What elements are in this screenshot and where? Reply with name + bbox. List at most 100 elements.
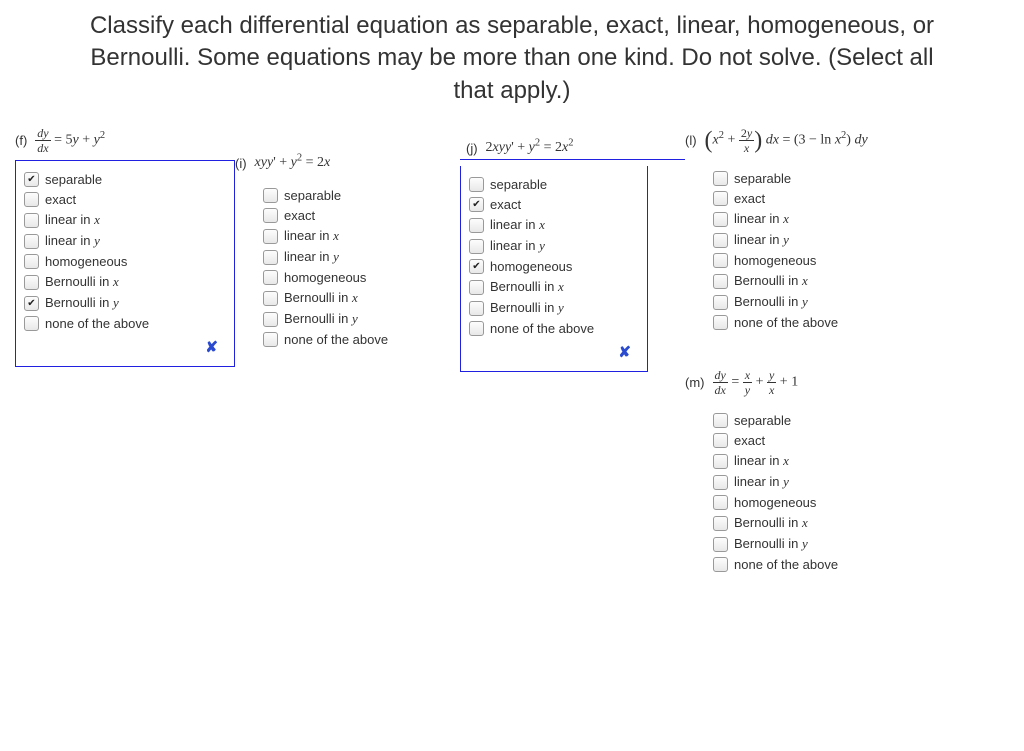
checkbox-icon[interactable] [24,275,39,290]
option-linear-x[interactable]: linear in x [24,212,226,228]
problem-letter: (i) [235,156,247,171]
option-homogeneous[interactable]: homogeneous [24,254,226,269]
option-bernoulli-x[interactable]: Bernoulli in x [24,274,226,290]
checkbox-icon[interactable] [713,475,728,490]
problem-f: (f) dydx = 5y + y2 separable exact linea… [15,127,235,367]
checkbox-icon[interactable] [263,332,278,347]
page-instructions: Classify each differential equation as s… [0,0,1024,127]
checkbox-icon[interactable] [263,188,278,203]
problem-f-header: (f) dydx = 5y + y2 [15,127,235,154]
option-none[interactable]: none of the above [713,315,937,330]
option-exact[interactable]: exact [713,191,937,206]
problem-l: (l) (x2 + 2yx) dx = (3 − ln x2) dy separ… [685,127,945,341]
checkbox-icon[interactable] [469,321,484,336]
checkbox-icon[interactable] [713,495,728,510]
option-bernoulli-y[interactable]: Bernoulli in y [469,300,639,316]
checkbox-icon[interactable] [469,259,484,274]
option-linear-y[interactable]: linear in y [713,232,937,248]
option-linear-y[interactable]: linear in y [713,474,937,490]
checkbox-icon[interactable] [469,197,484,212]
checkbox-icon[interactable] [713,171,728,186]
checkbox-icon[interactable] [263,291,278,306]
option-homogeneous[interactable]: homogeneous [263,270,452,285]
option-none[interactable]: none of the above [263,332,452,347]
options-box-m: separable exact linear in x linear in y … [685,402,945,583]
option-separable[interactable]: separable [263,188,452,203]
option-linear-y[interactable]: linear in y [263,249,452,265]
checkbox-icon[interactable] [24,192,39,207]
option-homogeneous[interactable]: homogeneous [469,259,639,274]
problem-letter: (f) [15,133,27,148]
option-none[interactable]: none of the above [469,321,639,336]
checkbox-icon[interactable] [713,454,728,469]
option-linear-x[interactable]: linear in x [469,217,639,233]
option-bernoulli-y[interactable]: Bernoulli in y [24,295,226,311]
checkbox-icon[interactable] [263,229,278,244]
option-exact[interactable]: exact [263,208,452,223]
checkbox-icon[interactable] [24,234,39,249]
option-bernoulli-x[interactable]: Bernoulli in x [469,279,639,295]
option-homogeneous[interactable]: homogeneous [713,495,937,510]
option-linear-x[interactable]: linear in x [713,453,937,469]
checkbox-icon[interactable] [713,516,728,531]
wrong-icon: ✘ [24,336,226,360]
option-bernoulli-y[interactable]: Bernoulli in y [713,536,937,552]
option-exact[interactable]: exact [24,192,226,207]
option-separable[interactable]: separable [713,413,937,428]
checkbox-icon[interactable] [469,301,484,316]
option-separable[interactable]: separable [713,171,937,186]
checkbox-icon[interactable] [24,172,39,187]
option-separable[interactable]: separable [24,172,226,187]
checkbox-icon[interactable] [263,270,278,285]
option-linear-x[interactable]: linear in x [713,211,937,227]
option-linear-x[interactable]: linear in x [263,228,452,244]
option-none[interactable]: none of the above [713,557,937,572]
option-bernoulli-x[interactable]: Bernoulli in x [713,515,937,531]
checkbox-icon[interactable] [469,218,484,233]
problem-m: (m) dydx = xy + yx + 1 separable exact l… [685,369,945,583]
option-linear-y[interactable]: linear in y [24,233,226,249]
options-box-j: separable exact linear in x linear in y … [460,166,648,372]
equation-j: 2xyy' + y2 = 2x2 [486,140,574,156]
problem-i-header: (i) xyy' + y2 = 2x [235,155,460,171]
checkbox-icon[interactable] [469,177,484,192]
option-exact[interactable]: exact [713,433,937,448]
checkbox-icon[interactable] [24,316,39,331]
checkbox-icon[interactable] [713,413,728,428]
option-none[interactable]: none of the above [24,316,226,331]
problem-i: (i) xyy' + y2 = 2x separable exact linea… [235,155,460,358]
option-bernoulli-x[interactable]: Bernoulli in x [263,290,452,306]
equation-f: dydx = 5y + y2 [35,127,105,154]
checkbox-icon[interactable] [713,295,728,310]
checkbox-icon[interactable] [713,233,728,248]
checkbox-icon[interactable] [713,537,728,552]
options-box-f: separable exact linear in x linear in y … [15,160,235,367]
checkbox-icon[interactable] [469,280,484,295]
option-separable[interactable]: separable [469,177,639,192]
checkbox-icon[interactable] [24,254,39,269]
checkbox-icon[interactable] [713,274,728,289]
checkbox-icon[interactable] [24,213,39,228]
checkbox-icon[interactable] [713,557,728,572]
checkbox-icon[interactable] [263,250,278,265]
equation-l: (x2 + 2yx) dx = (3 − ln x2) dy [705,127,868,154]
checkbox-icon[interactable] [713,433,728,448]
checkbox-icon[interactable] [713,212,728,227]
option-bernoulli-x[interactable]: Bernoulli in x [713,273,937,289]
checkbox-icon[interactable] [263,208,278,223]
checkbox-icon[interactable] [713,315,728,330]
option-bernoulli-y[interactable]: Bernoulli in y [713,294,937,310]
options-box-l: separable exact linear in x linear in y … [685,160,945,341]
checkbox-icon[interactable] [469,239,484,254]
checkbox-icon[interactable] [24,296,39,311]
option-bernoulli-y[interactable]: Bernoulli in y [263,311,452,327]
problem-l-header: (l) (x2 + 2yx) dx = (3 − ln x2) dy [685,127,945,154]
wrong-icon: ✘ [469,341,639,365]
option-exact[interactable]: exact [469,197,639,212]
option-linear-y[interactable]: linear in y [469,238,639,254]
option-homogeneous[interactable]: homogeneous [713,253,937,268]
checkbox-icon[interactable] [713,191,728,206]
checkbox-icon[interactable] [263,312,278,327]
checkbox-icon[interactable] [713,253,728,268]
problem-j-header: (j) 2xyy' + y2 = 2x2 [460,137,685,160]
